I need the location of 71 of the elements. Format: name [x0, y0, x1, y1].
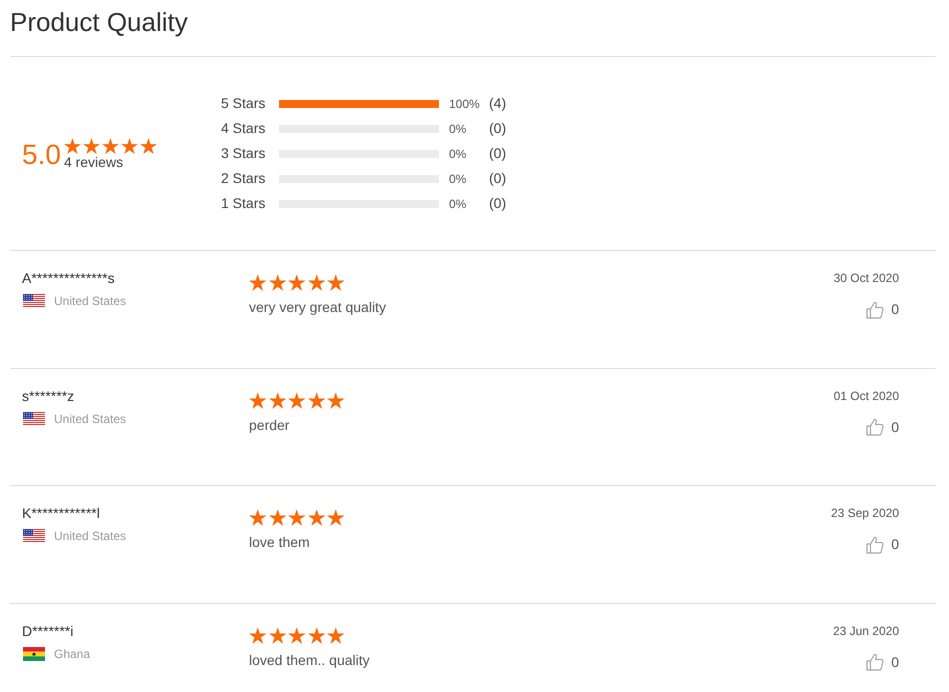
thumbs-up-icon[interactable]	[866, 418, 884, 436]
percentage-text: 0%	[449, 170, 468, 188]
star-level-label: 2 Stars	[221, 169, 266, 188]
star-level-label: 3 Stars	[221, 144, 266, 163]
striped-flag-icon	[23, 294, 45, 308]
striped-flag-icon	[23, 529, 45, 543]
thumbs-up-icon[interactable]	[866, 653, 884, 671]
filled-star-icon	[308, 626, 325, 644]
star-level-label: 5 Stars	[221, 94, 266, 113]
tricolor-flag-icon	[23, 646, 45, 660]
filled-star-icon	[268, 274, 286, 291]
filled-star-icon	[327, 392, 344, 408]
filled-star-icon	[288, 626, 306, 644]
filled-star-icon	[140, 138, 157, 154]
thumbs-up-icon[interactable]	[866, 536, 884, 554]
thumbs-up-icon[interactable]	[866, 300, 884, 318]
filled-star-icon	[288, 509, 306, 526]
reviewer-country: Ghana	[54, 646, 90, 662]
review-date: 01 Oct 2020	[834, 388, 899, 404]
percentage-text: 100%	[449, 96, 481, 112]
filled-star-icon	[288, 392, 306, 408]
filled-star-icon	[308, 274, 325, 291]
review-count: 4 reviews	[64, 154, 124, 170]
review-comment: love them	[249, 533, 310, 552]
filled-star-icon	[327, 626, 344, 644]
filled-star-icon	[308, 509, 325, 526]
like-count: 0	[891, 652, 899, 672]
percentage-text: 0%	[449, 196, 468, 212]
like-count: 0	[891, 300, 899, 319]
review-count-text: (0)	[489, 169, 506, 188]
review-date: 23 Sep 2020	[830, 505, 899, 522]
filled-star-icon	[268, 509, 286, 526]
filled-star-icon	[327, 509, 344, 526]
like-count: 0	[891, 418, 899, 436]
review-comment: perder	[249, 416, 290, 434]
filled-star-icon	[249, 509, 266, 526]
filled-star-icon	[308, 392, 325, 408]
filled-star-icon	[268, 392, 286, 408]
review-count-text: (0)	[489, 194, 506, 213]
filled-star-icon	[268, 626, 286, 644]
review-date: 30 Oct 2020	[834, 270, 899, 287]
average-score: 5.0	[22, 138, 61, 170]
filled-star-icon	[288, 274, 306, 291]
star-level-label: 1 Stars	[221, 194, 266, 213]
percentage-text: 0%	[449, 146, 468, 162]
reviewer-name: s*******z	[22, 386, 74, 406]
review-count-text: (0)	[489, 144, 506, 163]
striped-flag-icon	[23, 412, 45, 426]
reviewer-country: United States	[54, 410, 126, 428]
review-count-text: (0)	[489, 119, 506, 138]
filled-star-icon	[102, 138, 119, 154]
review-comment: very very great quality	[249, 298, 386, 317]
filled-star-icon	[82, 138, 100, 154]
filled-star-icon	[249, 392, 266, 408]
reviewer-name: D*******i	[22, 622, 74, 640]
filled-star-icon	[327, 274, 344, 291]
reviewer-name: K************l	[22, 504, 100, 523]
reviewer-country: United States	[54, 528, 126, 545]
filled-star-icon	[249, 626, 266, 644]
like-count: 0	[891, 535, 899, 554]
review-comment: loved them.. quality	[249, 650, 370, 670]
review-date: 23 Jun 2020	[832, 622, 899, 640]
reviewer-name: A**************s	[22, 269, 115, 288]
filled-star-icon	[120, 138, 138, 154]
page-title: Product Quality	[10, 6, 188, 39]
reviewer-country: United States	[54, 293, 126, 310]
star-level-label: 4 Stars	[221, 119, 266, 138]
filled-star-icon	[64, 138, 81, 154]
review-count-text: (4)	[489, 94, 506, 113]
filled-star-icon	[249, 274, 266, 291]
percentage-text: 0%	[449, 120, 468, 138]
